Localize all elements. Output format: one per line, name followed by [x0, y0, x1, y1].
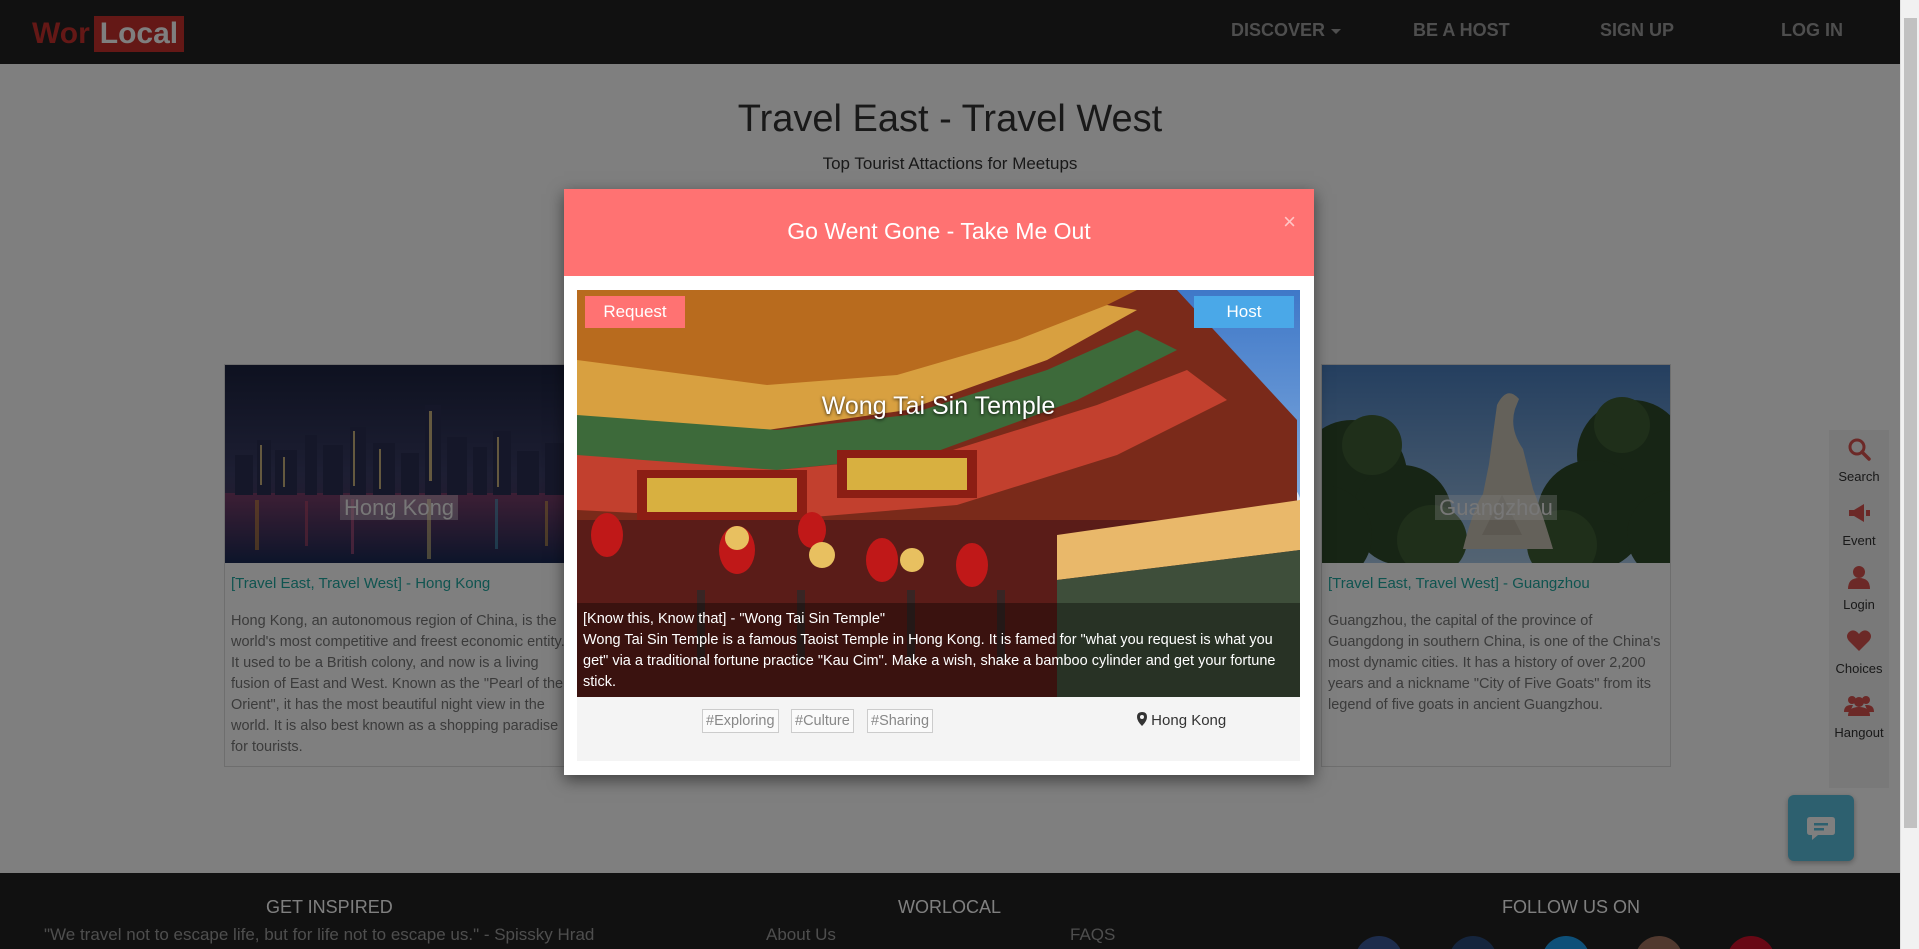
- caption-heading: [Know this, Know that] - "Wong Tai Sin T…: [583, 611, 886, 627]
- tag-sharing[interactable]: #Sharing: [867, 709, 934, 733]
- request-button[interactable]: Request: [585, 296, 685, 328]
- attraction-title: Wong Tai Sin Temple: [821, 392, 1056, 420]
- modal-title: Go Went Gone - Take Me Out: [787, 218, 1091, 244]
- event-modal: Go Went Gone - Take Me Out × Request Hos…: [564, 189, 1314, 775]
- location: Hong Kong: [1137, 712, 1226, 729]
- page-scrollbar[interactable]: [1900, 0, 1919, 949]
- attraction-caption: [Know this, Know that] - "Wong Tai Sin T…: [577, 603, 1300, 697]
- tag-exploring[interactable]: #Exploring: [702, 709, 779, 733]
- tag-culture[interactable]: #Culture: [791, 709, 854, 733]
- location-label: Hong Kong: [1151, 712, 1227, 729]
- modal-header: Go Went Gone - Take Me Out ×: [564, 189, 1314, 276]
- modal-tags-bar: #Exploring #Culture #Sharing Hong Kong: [577, 697, 1300, 761]
- scrollbar-thumb[interactable]: [1904, 18, 1917, 828]
- map-marker-icon: [1137, 712, 1147, 726]
- caption-body: Wong Tai Sin Temple is a famous Taoist T…: [583, 632, 1276, 690]
- close-icon[interactable]: ×: [1283, 209, 1296, 235]
- wong-tai-sin-temple-image: Request Host Wong Tai Sin Temple [Know t…: [577, 290, 1300, 697]
- host-button[interactable]: Host: [1194, 296, 1294, 328]
